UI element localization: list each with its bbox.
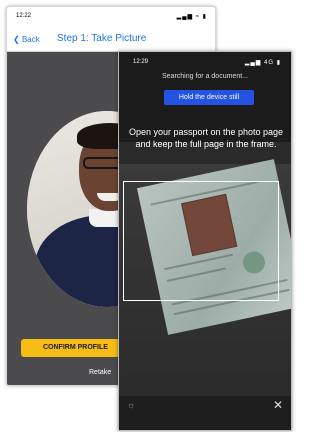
flash-icon[interactable]: ☼ [127,400,135,410]
status-time: 12:22 [16,13,32,19]
back-button[interactable]: ❮ Back [13,35,40,44]
close-icon[interactable]: ✕ [273,398,283,412]
nav-bar: ❮ Back Step 1: Take Picture [7,27,215,52]
document-scan-screen: 12:29 ▂▄▆ 4G ▮ Searching for a document.… [118,51,292,431]
status-icons: ▂▄▆ 4G ▮ [244,60,281,66]
document-frame-guide [123,181,279,301]
retake-button[interactable]: Retake [89,369,111,376]
hold-still-badge: Hold the device still [164,90,254,105]
status-icons: ▂▄▆ ≈ ▮ [176,14,207,20]
status-time: 12:29 [133,59,149,65]
back-label: Back [21,35,40,44]
scan-footer [119,396,291,430]
chevron-left-icon: ❮ [13,35,20,44]
searching-status-text: Searching for a document... [162,73,248,80]
scan-instruction: Open your passport on the photo page and… [128,127,284,149]
page-title: Step 1: Take Picture [57,33,147,44]
status-bar: 12:22 ▂▄▆ ≈ ▮ [7,7,215,27]
